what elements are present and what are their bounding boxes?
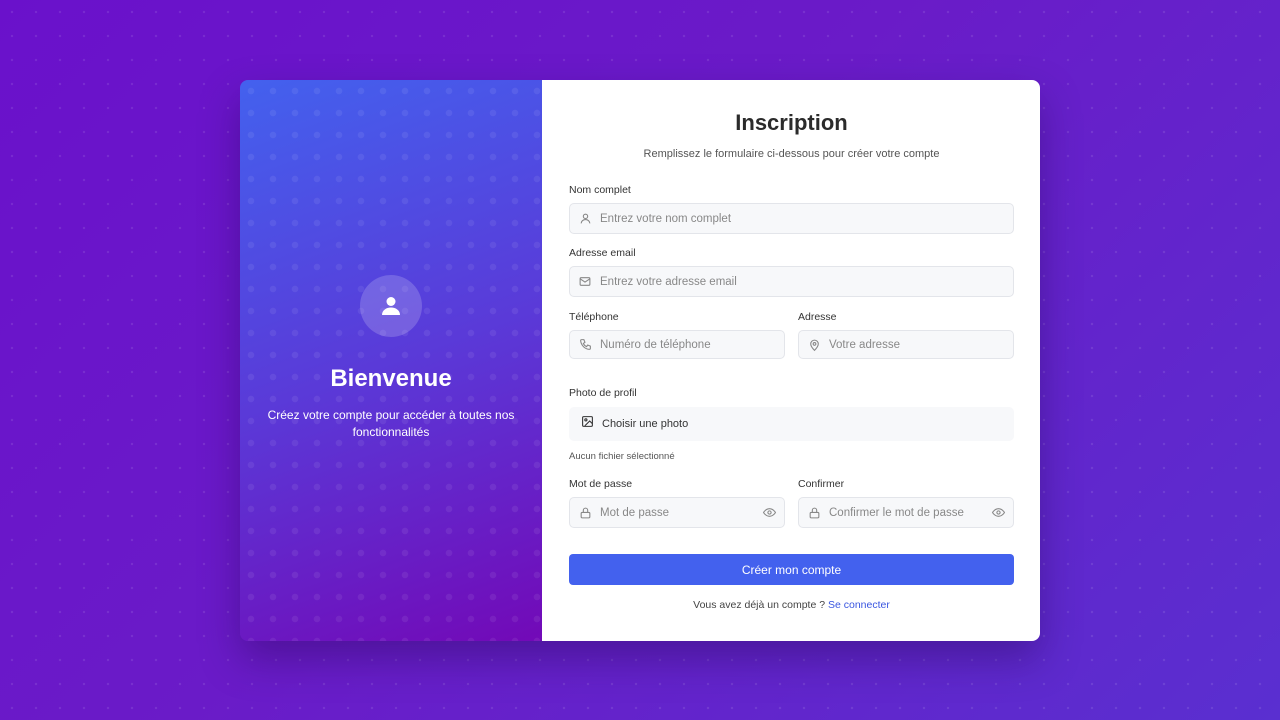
lock-icon xyxy=(799,506,829,520)
address-field[interactable] xyxy=(798,330,1014,359)
choose-photo-button[interactable]: Choisir une photo xyxy=(569,407,1014,441)
map-pin-icon xyxy=(799,338,829,352)
address-group: Adresse xyxy=(798,311,1014,359)
confirm-input[interactable] xyxy=(829,498,983,527)
image-icon xyxy=(581,415,594,433)
welcome-title: Bienvenue xyxy=(330,365,452,392)
create-account-button[interactable]: Créer mon compte xyxy=(569,554,1014,585)
fullname-label: Nom complet xyxy=(569,184,631,196)
login-prompt: Vous avez déjà un compte ? Se connecter xyxy=(569,599,1014,611)
eye-icon[interactable] xyxy=(754,506,784,519)
photo-group: Photo de profil Choisir une photo Aucun … xyxy=(569,387,1014,462)
password-field[interactable] xyxy=(569,497,785,528)
fullname-field[interactable] xyxy=(569,203,1014,234)
phone-label: Téléphone xyxy=(569,311,619,323)
password-group: Mot de passe xyxy=(569,478,785,528)
signup-card: Bienvenue Créez votre compte pour accéde… xyxy=(240,80,1040,641)
address-input[interactable] xyxy=(829,331,1013,358)
address-label: Adresse xyxy=(798,311,837,323)
confirm-group: Confirmer xyxy=(798,478,1014,528)
email-group: Adresse email xyxy=(569,247,1014,297)
eye-icon[interactable] xyxy=(983,506,1013,519)
login-prompt-text: Vous avez déjà un compte ? xyxy=(693,599,826,611)
page-title: Inscription xyxy=(735,110,848,135)
welcome-panel: Bienvenue Créez votre compte pour accéde… xyxy=(240,80,542,641)
confirm-field[interactable] xyxy=(798,497,1014,528)
email-field[interactable] xyxy=(569,266,1014,297)
photo-label: Photo de profil xyxy=(569,387,637,399)
phone-field[interactable] xyxy=(569,330,785,359)
lock-icon xyxy=(570,506,600,520)
mail-icon xyxy=(570,275,600,288)
password-input[interactable] xyxy=(600,498,754,527)
choose-photo-label: Choisir une photo xyxy=(602,418,689,430)
password-label: Mot de passe xyxy=(569,478,633,490)
form-subtitle: Remplissez le formulaire ci-dessous pour… xyxy=(643,148,940,160)
fullname-group: Nom complet xyxy=(569,184,1014,234)
contact-row: Téléphone Adresse xyxy=(569,311,1014,359)
phone-icon xyxy=(570,338,600,351)
user-outline-icon xyxy=(570,212,600,225)
avatar xyxy=(360,275,422,337)
user-icon xyxy=(382,297,400,315)
phone-group: Téléphone xyxy=(569,311,785,359)
file-status: Aucun fichier sélectionné xyxy=(569,451,675,462)
form-panel: Inscription Remplissez le formulaire ci-… xyxy=(542,80,1040,641)
password-row: Mot de passe Confirmer xyxy=(569,478,1014,528)
login-link[interactable]: Se connecter xyxy=(828,599,890,611)
email-input[interactable] xyxy=(600,267,1013,296)
fullname-input[interactable] xyxy=(600,204,1013,233)
phone-input[interactable] xyxy=(600,331,784,358)
welcome-text: Créez votre compte pour accéder à toutes… xyxy=(267,408,515,439)
confirm-label: Confirmer xyxy=(798,478,845,490)
email-label: Adresse email xyxy=(569,247,636,259)
